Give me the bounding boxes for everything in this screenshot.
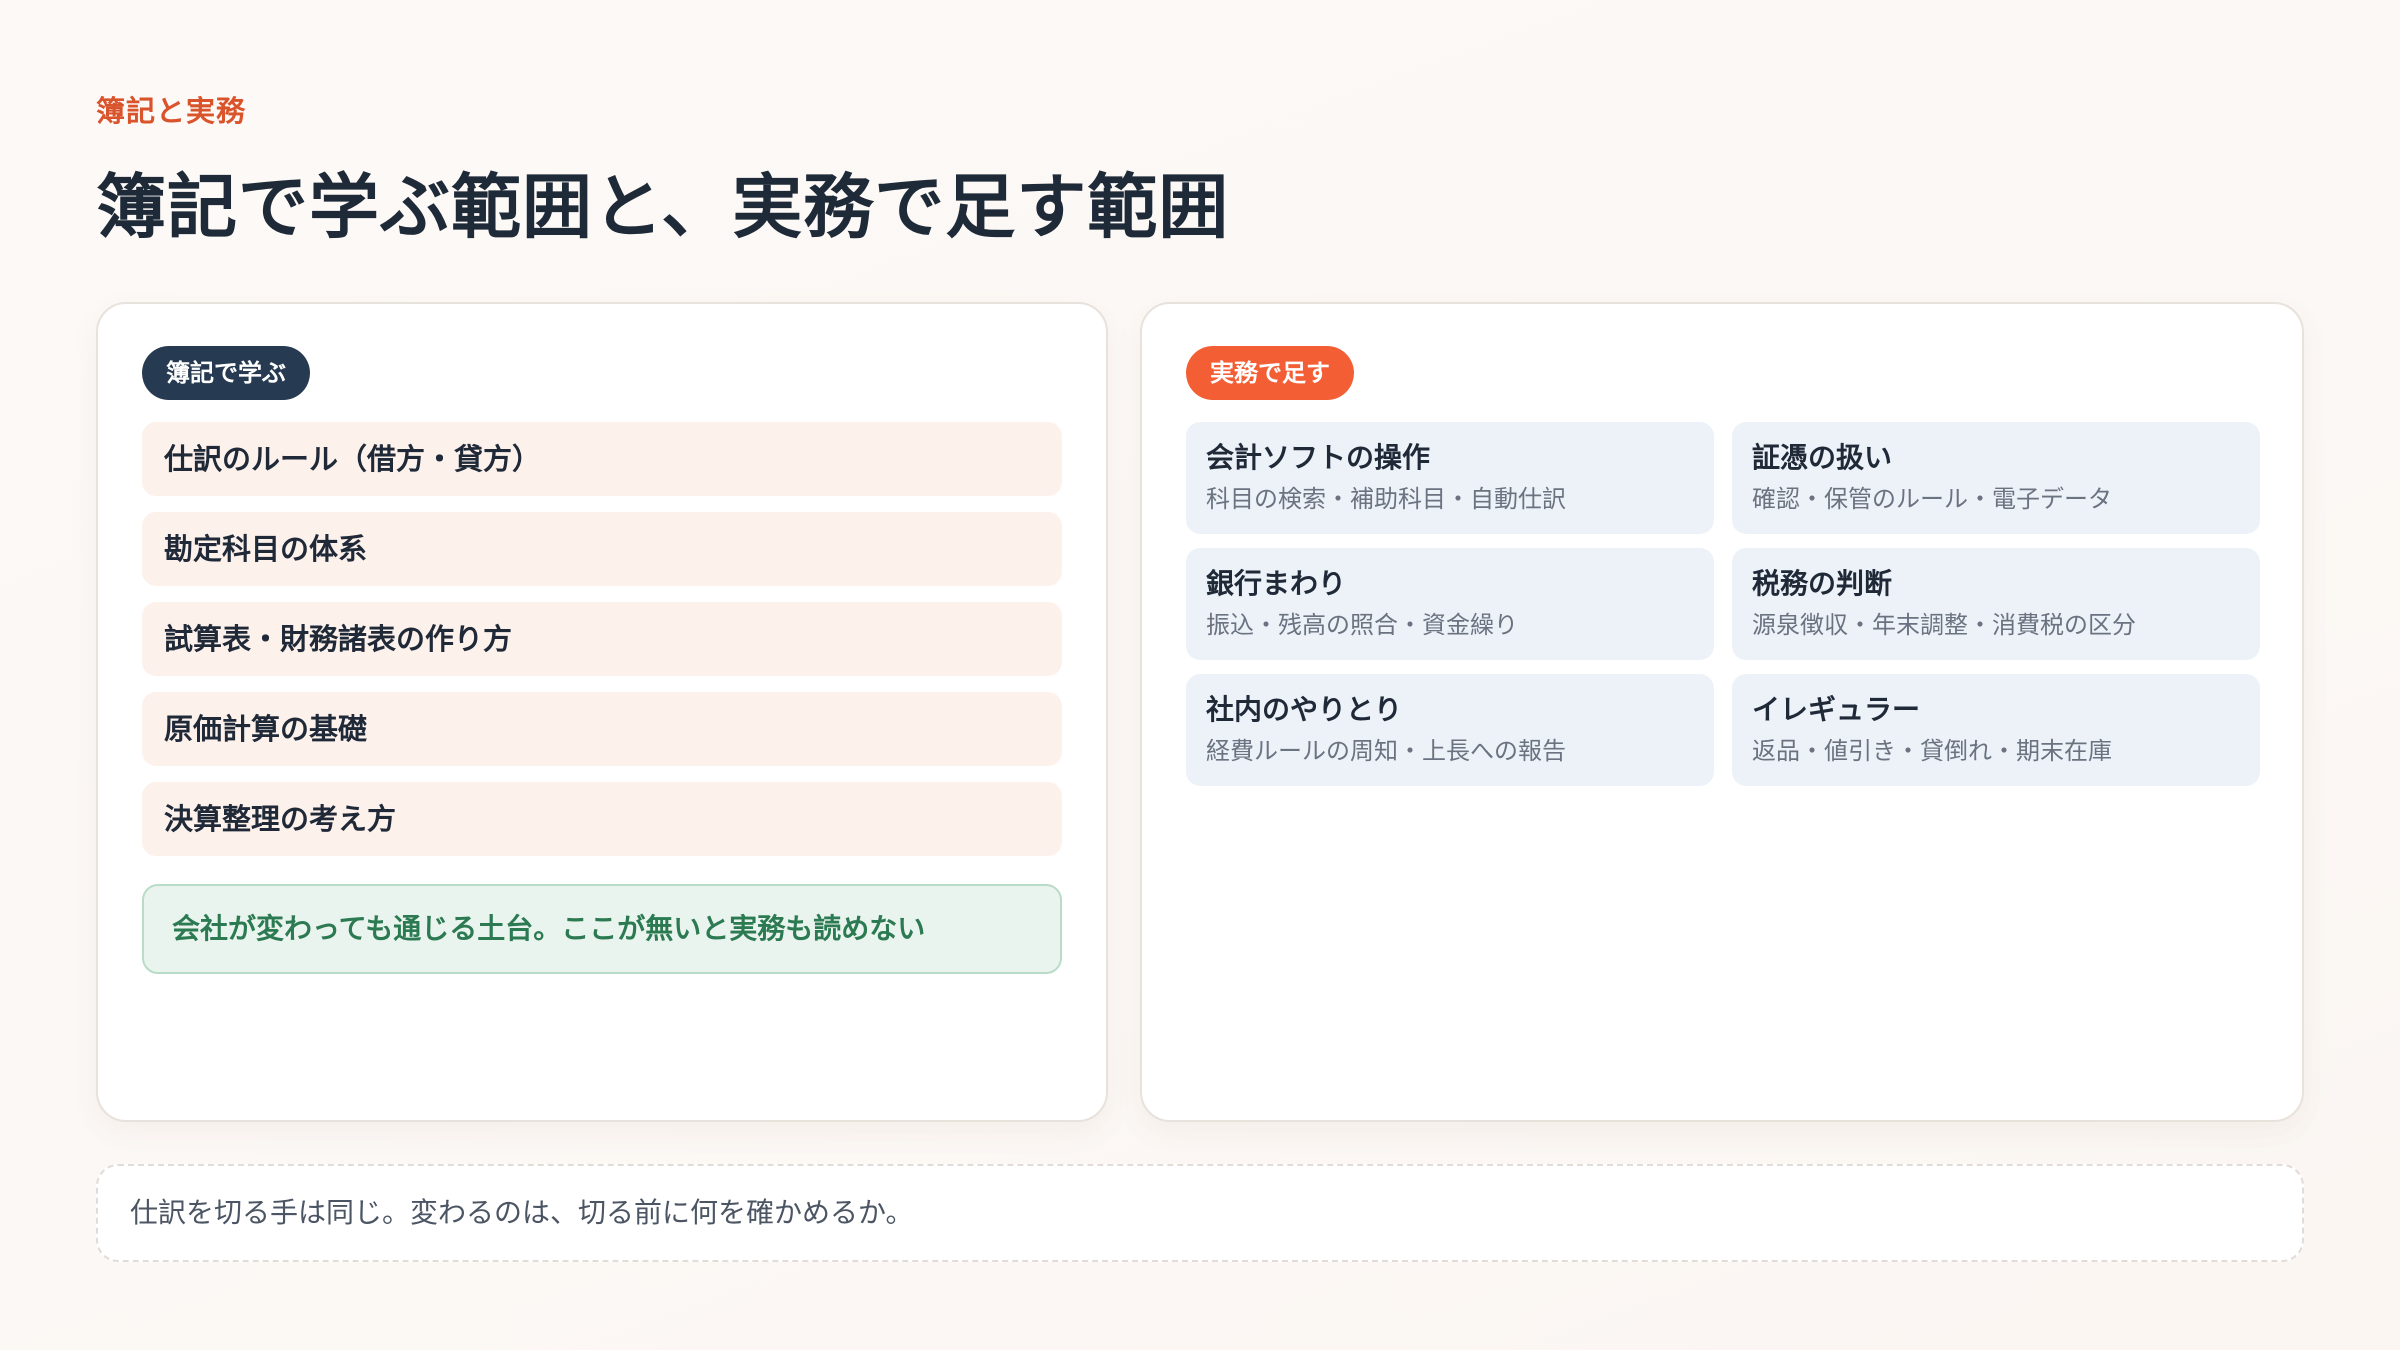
- tile-description: 振込・残高の照合・資金繰り: [1206, 611, 1518, 639]
- page-title: 簿記で学ぶ範囲と、実務で足す範囲: [96, 166, 1230, 248]
- tile-description: 科目の検索・補助科目・自動仕訳: [1206, 485, 1566, 513]
- bookkeeping-card: 簿記で学ぶ 仕訳のルール（借方・貸方） 勘定科目の体系 試算表・財務諸表の作り方…: [96, 302, 1108, 1122]
- practice-tile: 税務の判断 源泉徴収・年末調整・消費税の区分: [1732, 548, 2260, 660]
- tile-title: 税務の判断: [1752, 567, 1893, 600]
- bookkeeping-list: 仕訳のルール（借方・貸方） 勘定科目の体系 試算表・財務諸表の作り方 原価計算の…: [142, 422, 1062, 872]
- kicker-label: 簿記と実務: [96, 94, 247, 128]
- practice-badge: 実務で足す: [1186, 346, 1354, 400]
- tile-description: 確認・保管のルール・電子データ: [1752, 485, 2112, 513]
- practice-grid: 会計ソフトの操作 科目の検索・補助科目・自動仕訳 証憑の扱い 確認・保管のルール…: [1186, 422, 2260, 786]
- tile-description: 源泉徴収・年末調整・消費税の区分: [1752, 611, 2136, 639]
- list-item: 試算表・財務諸表の作り方: [142, 602, 1062, 676]
- tile-title: 会計ソフトの操作: [1206, 441, 1431, 474]
- practice-tile: 社内のやりとり 経費ルールの周知・上長への報告: [1186, 674, 1714, 786]
- practice-tile: 会計ソフトの操作 科目の検索・補助科目・自動仕訳: [1186, 422, 1714, 534]
- tile-title: 銀行まわり: [1206, 567, 1347, 600]
- practice-tile: 銀行まわり 振込・残高の照合・資金繰り: [1186, 548, 1714, 660]
- tile-title: 社内のやりとり: [1206, 693, 1403, 726]
- bookkeeping-badge: 簿記で学ぶ: [142, 346, 310, 400]
- foundation-note: 会社が変わっても通じる土台。ここが無いと実務も読めない: [142, 884, 1062, 974]
- tile-title: 証憑の扱い: [1752, 441, 1893, 474]
- tile-description: 経費ルールの周知・上長への報告: [1206, 737, 1566, 765]
- tile-description: 返品・値引き・貸倒れ・期末在庫: [1752, 737, 2112, 765]
- tile-title: イレギュラー: [1752, 693, 1921, 726]
- practice-tile: イレギュラー 返品・値引き・貸倒れ・期末在庫: [1732, 674, 2260, 786]
- list-item: 勘定科目の体系: [142, 512, 1062, 586]
- practice-card: 実務で足す 会計ソフトの操作 科目の検索・補助科目・自動仕訳 証憑の扱い 確認・…: [1140, 302, 2304, 1122]
- list-item: 原価計算の基礎: [142, 692, 1062, 766]
- list-item: 決算整理の考え方: [142, 782, 1062, 856]
- footer-note: 仕訳を切る手は同じ。変わるのは、切る前に何を確かめるか。: [96, 1164, 2304, 1262]
- list-item: 仕訳のルール（借方・貸方）: [142, 422, 1062, 496]
- practice-tile: 証憑の扱い 確認・保管のルール・電子データ: [1732, 422, 2260, 534]
